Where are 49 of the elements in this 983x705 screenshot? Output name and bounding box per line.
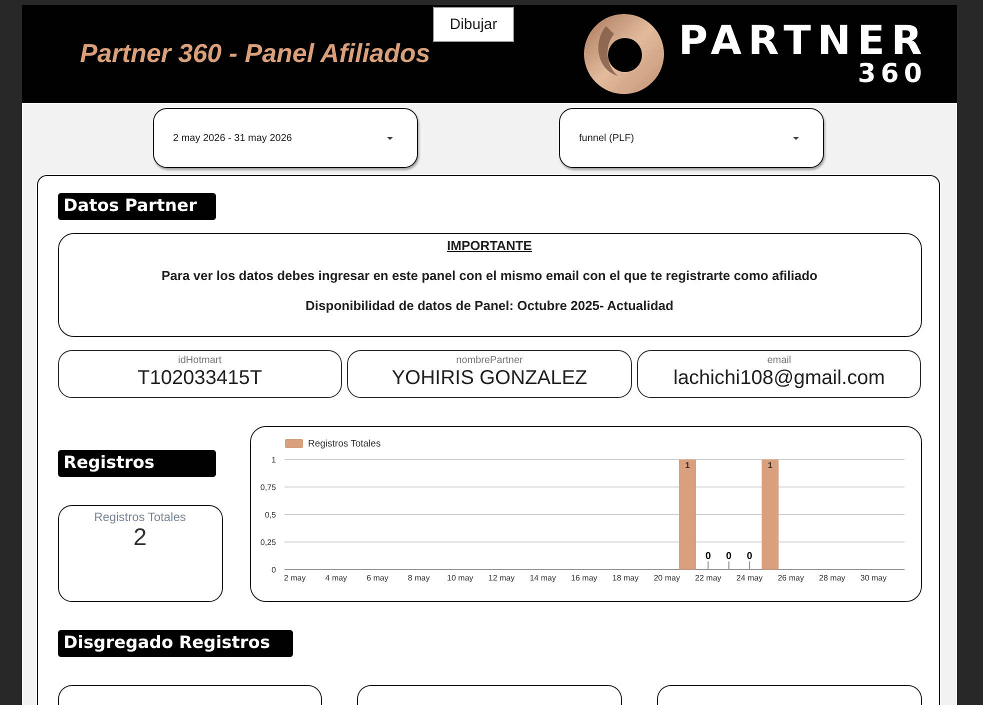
data-label: 0: [704, 550, 710, 562]
dropdown[interactable]: 2 may 2026 - 31 may 2026: [153, 108, 418, 168]
axis-label: 26 may: [777, 573, 804, 582]
scorecard-value: 2: [133, 524, 147, 552]
logo-wordmark: PARTNER: [678, 21, 928, 61]
field-value: T102033415T: [138, 366, 262, 388]
notice-title: IMPORTANTE: [447, 238, 532, 254]
axis-label: 8 may: [407, 573, 430, 582]
section-heading: Disgregado Registros: [58, 630, 292, 656]
notice-text: Disponibilidad de datos de Panel: Octubre 2025- Actualidad: [306, 298, 674, 314]
axis-label: 0,5: [264, 510, 276, 519]
data-label: 1: [684, 460, 690, 470]
data-label: 0: [746, 550, 752, 562]
axis-label: 6 may: [366, 573, 388, 582]
section-heading: Registros: [58, 450, 216, 476]
field-value: lachichi108@gmail.com: [673, 366, 885, 388]
field-label: nombrePartner: [456, 354, 523, 366]
axis-label: 16 may: [570, 573, 597, 582]
caret-icon: [387, 136, 393, 140]
axis-label: 20 may: [653, 573, 680, 582]
notice-text: Para ver los datos debes ingresar en este panel con el mismo email con el que te registrarte como afiliado: [161, 268, 818, 284]
axis-label: 0: [271, 565, 276, 574]
data-label: 0: [726, 550, 732, 562]
scorecard-label: Registros Totales: [94, 510, 186, 524]
ring-logo-icon: [584, 14, 664, 94]
data-label: 1: [767, 460, 772, 470]
axis-label: 12 may: [488, 573, 514, 582]
field-value: YOHIRIS GONZALEZ: [392, 366, 588, 388]
section-heading: Datos Partner: [58, 193, 216, 220]
axis-label: 0,75: [260, 482, 276, 492]
axis-label: 4 may: [324, 573, 347, 582]
field-label: email: [767, 354, 792, 366]
axis-label: 1: [271, 455, 276, 464]
axis-label: 14 may: [529, 573, 556, 582]
axis-label: 2 may: [283, 573, 306, 582]
axis-label: 24 may: [736, 573, 762, 582]
legend-label: Registros Totales: [308, 438, 380, 449]
axis-label: 0,25: [260, 538, 276, 546]
logo-number: 360: [858, 61, 927, 87]
caret-icon: [793, 136, 799, 140]
axis-label: 22 may: [694, 573, 721, 582]
dropdown[interactable]: funnel (PLF): [559, 108, 824, 168]
draw-button[interactable]: Dibujar: [433, 7, 514, 42]
axis-label: 10 may: [446, 573, 473, 582]
dashboard-title: Partner 360 - Panel Afiliados: [80, 38, 430, 68]
axis-label: 30 may: [860, 573, 886, 582]
axis-label: 18 may: [612, 573, 638, 582]
field-label: idHotmart: [178, 354, 222, 366]
axis-label: 28 may: [818, 573, 845, 582]
